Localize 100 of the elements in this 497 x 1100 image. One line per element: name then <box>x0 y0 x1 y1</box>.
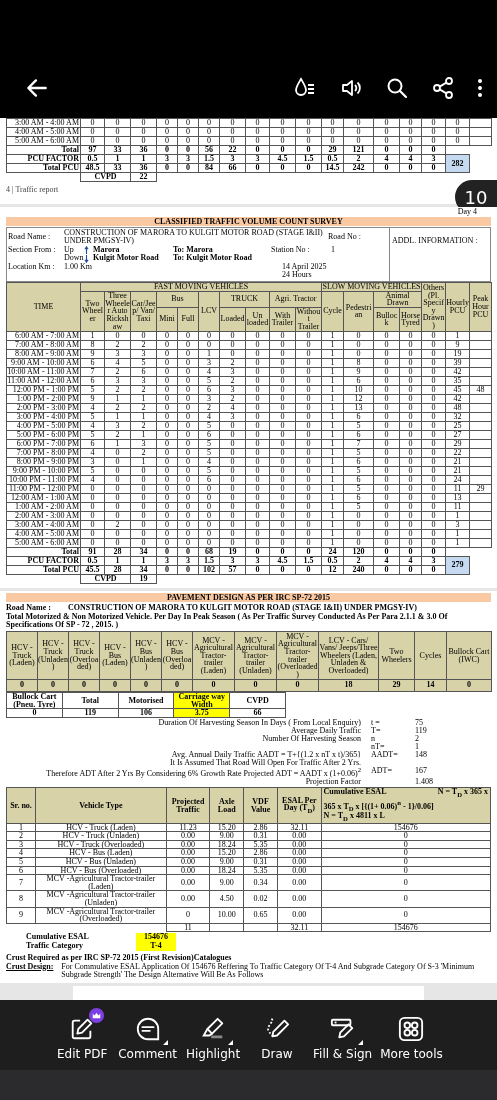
table-cell: 1 <box>445 538 470 548</box>
toolbar-button[interactable]: Highlight <box>181 1007 245 1063</box>
table-cell: 33 <box>104 163 131 173</box>
table-cell: 0 <box>245 529 270 539</box>
table-cell: 282 <box>445 154 470 173</box>
table-cell: 1 <box>104 154 131 164</box>
table-cell: 0 <box>295 421 322 431</box>
table-cell: 0 <box>421 484 446 494</box>
column-header: CVPD <box>229 692 286 709</box>
table-cell: 4 <box>80 475 105 485</box>
table-cell: 3.75 <box>173 708 230 718</box>
table-cell: 0 <box>373 145 400 155</box>
table-cell: 0 <box>421 145 446 155</box>
column-header: TIME <box>6 282 81 332</box>
table-cell: 0 <box>104 457 131 467</box>
table-cell: 0 <box>104 493 131 503</box>
table-cell: 0 <box>156 163 178 173</box>
column-header: Total <box>62 692 119 709</box>
table-cell: 0 <box>156 511 178 521</box>
table-cell: 7 <box>343 439 374 449</box>
table-cell: 11 <box>445 484 470 494</box>
table-cell: 0 <box>177 439 199 449</box>
calc-text: It Is Assumed That Road Will Open For Traffic After 2 Yrs. <box>170 757 361 767</box>
table-cell: 0 <box>269 439 296 449</box>
table-cell: 6:00 AM - 7:00 AM <box>6 331 81 341</box>
table-cell: 5 <box>80 385 105 395</box>
table-cell: 7 <box>80 367 105 377</box>
table-cell: 0 <box>156 412 178 422</box>
table-cell: 3:00 AM - 4:00 AM <box>6 118 81 128</box>
table-cell: 32.11 <box>277 823 322 832</box>
table-cell: 0 <box>219 484 246 494</box>
table-cell: 0 <box>245 127 270 137</box>
more-icon[interactable] <box>477 76 483 100</box>
table-cell: 0 <box>104 475 131 485</box>
table-cell: 6 <box>343 430 374 440</box>
table-cell: 5 <box>6 857 36 867</box>
table-cell: 0 <box>295 547 322 557</box>
toolbar-button[interactable]: Edit PDF <box>50 1007 115 1063</box>
toolbar-button[interactable]: Comment <box>114 1007 181 1063</box>
calc-symbol: t = <box>371 717 380 727</box>
table-cell: 0 <box>399 565 422 575</box>
table-cell: 29 <box>321 145 344 155</box>
result-value: T-4 <box>136 941 176 951</box>
table-cell: 0 <box>321 890 491 908</box>
table-cell: 0 <box>219 331 246 341</box>
table-cell: 25 <box>445 421 470 431</box>
table-cell: 4 <box>219 403 246 413</box>
table-cell: 7:00 AM - 8:00 AM <box>6 340 81 350</box>
table-cell: 0 <box>399 163 422 173</box>
table-cell: 0.00 <box>166 848 210 858</box>
table-cell: 2 <box>219 358 246 368</box>
table-cell: 0 <box>166 907 210 924</box>
table-cell: 0 <box>198 340 220 350</box>
table-cell: 0 <box>399 547 422 557</box>
table-cell: 0 <box>177 421 199 431</box>
toolbar-button[interactable]: Draw <box>245 1007 309 1063</box>
table-cell: HCV - Truck (Unladen) <box>35 831 167 841</box>
table-cell: 48 <box>469 385 492 395</box>
table-cell: 21 <box>445 457 470 467</box>
column-header: ESAL Per Day (T$_{D}$) <box>277 787 322 824</box>
table-cell: 0 <box>295 394 322 404</box>
table-cell: 0 <box>343 511 374 521</box>
table-cell: 0 <box>156 340 178 350</box>
table-cell: 6 <box>80 439 105 449</box>
table-cell: 19 <box>445 349 470 359</box>
table-cell: 0 <box>421 127 446 137</box>
toolbar-button[interactable]: More tools <box>376 1007 447 1063</box>
table-cell: 4.50 <box>209 890 244 908</box>
table-cell: 0 <box>156 475 178 485</box>
calc-symbol: T= <box>371 725 381 735</box>
search-icon[interactable] <box>385 76 409 100</box>
table-cell: 0 <box>177 430 199 440</box>
table-cell: 0 <box>343 331 374 341</box>
formula-text: N = T$_{D}$ x 4811 x L <box>323 812 385 823</box>
table-cell: 0 <box>269 127 296 137</box>
table-cell: 0 <box>245 466 270 476</box>
table-cell: 0 <box>130 127 157 137</box>
table-cell: 0.00 <box>166 840 210 849</box>
share-icon[interactable] <box>431 76 455 100</box>
table-cell: 1 <box>445 529 470 539</box>
table-cell: 240 <box>343 565 374 575</box>
column-header: Vehicle Type <box>35 787 167 824</box>
table-cell: 0 <box>295 358 322 368</box>
table-cell: 0 <box>421 349 446 359</box>
table-cell: 3 <box>219 412 246 422</box>
toolbar-button[interactable]: Fill & Sign <box>309 1007 377 1063</box>
table-cell: 0 <box>373 367 400 377</box>
table-cell: 7 <box>6 874 36 891</box>
section-to: To: Kulgit Motor Road <box>173 254 253 263</box>
table-cell: 1 <box>104 394 131 404</box>
table-cell: 0 <box>373 331 400 341</box>
table-cell: 0.5 <box>321 556 344 566</box>
table-cell: 0 <box>269 421 296 431</box>
table-cell: 0 <box>130 520 157 530</box>
table-cell: HCV - Bus (Unladen) <box>35 857 167 867</box>
table-cell: 10.00 <box>209 907 244 924</box>
table-cell: 0 <box>421 403 446 413</box>
table-cell: 0 <box>399 367 422 377</box>
table-cell: 1 <box>104 439 131 449</box>
table-cell: 1 <box>321 367 344 377</box>
